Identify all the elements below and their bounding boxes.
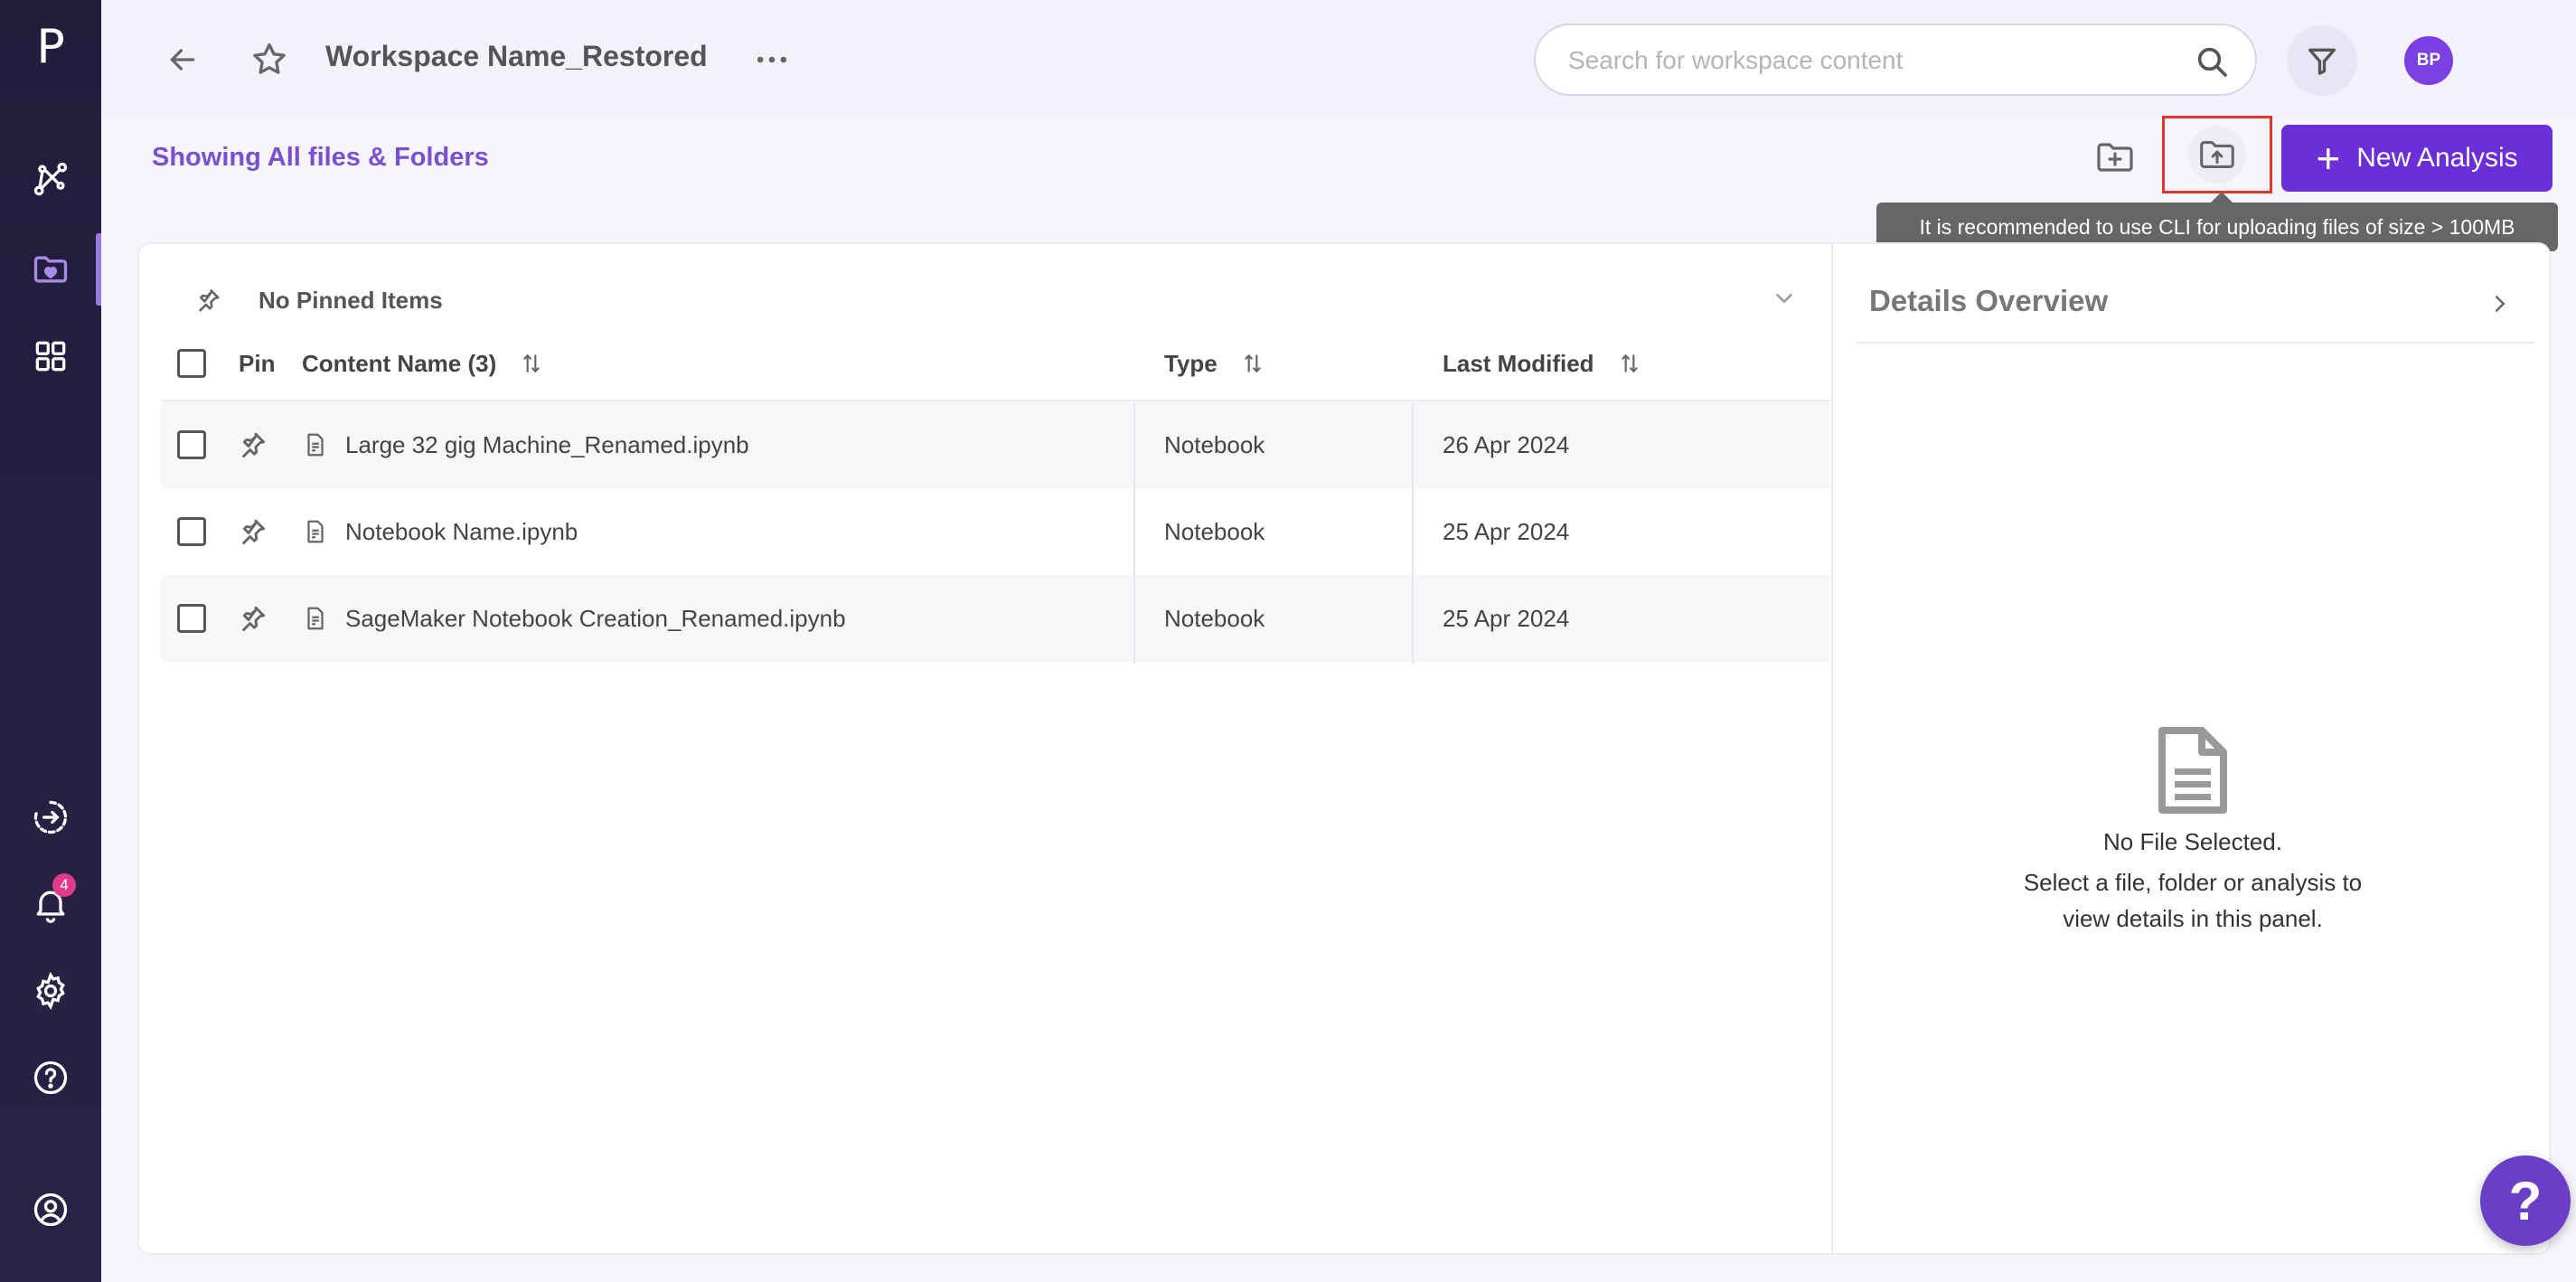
pinned-toggle[interactable] xyxy=(1766,280,1802,316)
back-button[interactable] xyxy=(155,33,210,87)
exit-icon xyxy=(33,800,68,834)
pinned-section: No Pinned Items xyxy=(190,277,443,324)
empty-state-title: No File Selected. xyxy=(2103,828,2282,855)
search-button[interactable] xyxy=(2192,42,2232,81)
select-all-checkbox[interactable] xyxy=(177,349,206,378)
details-expand-button[interactable] xyxy=(2482,286,2518,322)
notebook-file-icon xyxy=(302,575,329,662)
details-title: Details Overview xyxy=(1869,284,2109,317)
sidebar-item-profile[interactable] xyxy=(0,1177,101,1242)
search-box xyxy=(1534,24,2257,96)
column-divider xyxy=(1133,403,1135,664)
more-options-button[interactable] xyxy=(745,33,799,87)
row-checkbox[interactable] xyxy=(177,517,206,546)
details-header[interactable]: Details Overview xyxy=(1857,264,2534,344)
row-type: Notebook xyxy=(1164,604,1265,632)
sort-icon[interactable] xyxy=(1618,352,1641,375)
filter-button[interactable] xyxy=(2287,25,2357,96)
header-content-name-label: Content Name (3) xyxy=(302,349,497,377)
upload-button-ring xyxy=(2188,126,2246,184)
pin-icon xyxy=(241,519,266,545)
row-modified: 26 Apr 2024 xyxy=(1443,430,1570,458)
help-circle-icon xyxy=(33,1060,68,1095)
files-table: Pin Content Name (3) Type Last Modified … xyxy=(161,325,1829,664)
new-analysis-button[interactable]: + New Analysis xyxy=(2281,125,2552,192)
row-type: Notebook xyxy=(1164,430,1265,458)
avatar[interactable]: BP xyxy=(2404,36,2453,85)
pin-icon xyxy=(241,606,266,632)
new-analysis-label: New Analysis xyxy=(2356,143,2518,173)
sidebar-item-notifications[interactable] xyxy=(0,872,101,937)
pin-icon xyxy=(241,432,266,458)
row-checkbox[interactable] xyxy=(177,430,206,459)
search-input[interactable] xyxy=(1568,42,2183,80)
row-modified: 25 Apr 2024 xyxy=(1443,517,1570,545)
sidebar-item-pipelines[interactable] xyxy=(0,146,101,212)
workspace-title: Workspace Name_Restored xyxy=(325,40,708,72)
new-folder-button[interactable] xyxy=(2090,132,2140,183)
network-icon xyxy=(33,162,68,196)
filter-icon xyxy=(2308,48,2336,75)
plus-icon: + xyxy=(2316,135,2341,182)
notebook-file-icon xyxy=(302,488,329,575)
pin-icon xyxy=(190,282,226,318)
row-modified: 25 Apr 2024 xyxy=(1443,604,1570,632)
app-logo[interactable]: P xyxy=(0,18,101,76)
sidebar-item-settings[interactable] xyxy=(0,958,101,1023)
header-last-modified-label: Last Modified xyxy=(1443,349,1594,377)
row-pin-button[interactable] xyxy=(235,575,269,662)
table-row[interactable]: Large 32 gig Machine_Renamed.ipynb Noteb… xyxy=(161,401,1829,488)
help-fab-button[interactable]: ? xyxy=(2480,1155,2571,1246)
row-name[interactable]: SageMaker Notebook Creation_Renamed.ipyn… xyxy=(345,575,846,662)
header-type-label: Type xyxy=(1164,349,1217,377)
star-icon xyxy=(253,42,286,74)
sidebar-item-apps[interactable] xyxy=(0,324,101,389)
table-row[interactable]: Notebook Name.ipynb Notebook 25 Apr 2024 xyxy=(161,488,1829,575)
table-header: Pin Content Name (3) Type Last Modified xyxy=(161,325,1829,401)
chevron-down-icon xyxy=(1776,294,1792,304)
more-horizontal-icon xyxy=(757,56,787,63)
row-name[interactable]: Notebook Name.ipynb xyxy=(345,488,578,575)
favorite-button[interactable] xyxy=(242,33,296,87)
empty-state-line-1: Select a file, folder or analysis to xyxy=(2023,869,2363,896)
top-header: Workspace Name_Restored BP xyxy=(101,0,2576,119)
grid-icon xyxy=(35,341,66,372)
upload-button[interactable] xyxy=(2162,116,2272,193)
arrow-left-icon xyxy=(170,49,195,71)
empty-state-line-2: view details in this panel. xyxy=(2063,905,2323,932)
chevron-right-icon xyxy=(2496,296,2505,312)
details-panel: Details Overview No File Selected. Selec… xyxy=(1831,244,2551,1253)
sidebar: P 4 xyxy=(0,0,101,1282)
document-icon xyxy=(2158,727,2227,814)
folder-upload-icon xyxy=(2200,141,2234,168)
sort-icon[interactable] xyxy=(520,352,543,375)
notebook-file-icon xyxy=(302,401,329,488)
header-pin: Pin xyxy=(239,349,276,377)
row-checkbox[interactable] xyxy=(177,604,206,633)
sort-icon[interactable] xyxy=(1241,352,1264,375)
user-circle-icon xyxy=(33,1192,68,1227)
row-pin-button[interactable] xyxy=(235,401,269,488)
listing-subtitle: Showing All files & Folders xyxy=(152,143,489,172)
header-last-modified[interactable]: Last Modified xyxy=(1443,325,1641,401)
search-icon xyxy=(2197,47,2227,77)
folder-heart-icon xyxy=(33,256,68,283)
active-indicator xyxy=(96,233,101,306)
row-type: Notebook xyxy=(1164,517,1265,545)
header-type[interactable]: Type xyxy=(1164,325,1264,401)
row-name[interactable]: Large 32 gig Machine_Renamed.ipynb xyxy=(345,401,749,488)
row-pin-button[interactable] xyxy=(235,488,269,575)
column-divider xyxy=(1412,403,1414,664)
sidebar-item-help[interactable] xyxy=(0,1045,101,1110)
sidebar-item-logout[interactable] xyxy=(0,785,101,850)
pinned-label: No Pinned Items xyxy=(259,286,443,314)
sidebar-item-workspace[interactable] xyxy=(0,237,101,302)
table-row[interactable]: SageMaker Notebook Creation_Renamed.ipyn… xyxy=(161,575,1829,662)
empty-state-text: Select a file, folder or analysis to vie… xyxy=(1833,864,2552,937)
header-content-name[interactable]: Content Name (3) xyxy=(302,325,543,401)
content-panel: No Pinned Items Pin Content Name (3) Typ… xyxy=(137,242,2551,1255)
folder-plus-icon xyxy=(2097,143,2133,172)
notification-badge: 4 xyxy=(52,873,76,897)
gear-icon xyxy=(36,971,65,1011)
